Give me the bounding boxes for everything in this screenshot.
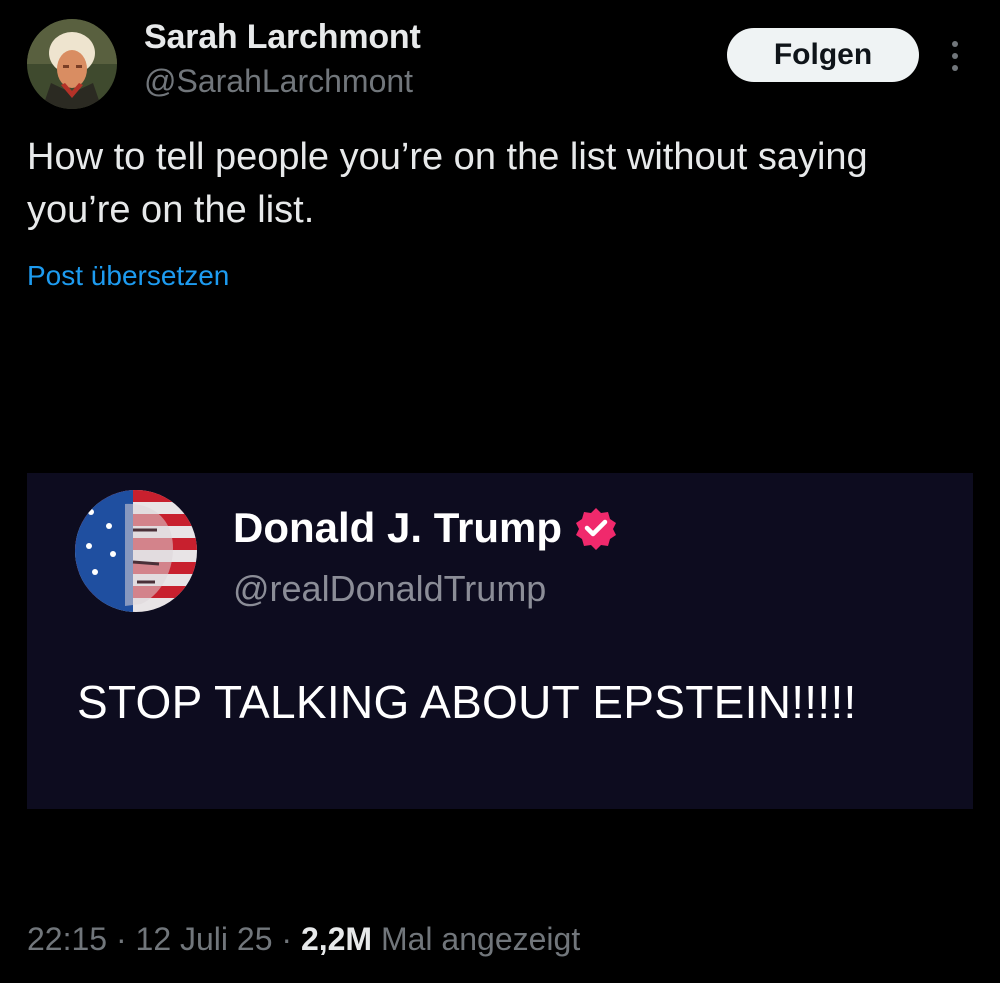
embedded-post-image[interactable]: Donald J. Trump @realDonaldTrump STOP TA… (27, 473, 973, 809)
author-handle[interactable]: @SarahLarchmont (144, 63, 413, 100)
author-display-name[interactable]: Sarah Larchmont (144, 18, 421, 57)
flag-portrait-image (75, 490, 197, 612)
verified-badge-icon (576, 508, 617, 550)
follow-button[interactable]: Folgen (727, 28, 919, 82)
embedded-avatar (75, 490, 197, 612)
separator: · (115, 921, 127, 957)
more-options-button[interactable] (940, 36, 970, 76)
views-count[interactable]: 2,2M (301, 921, 372, 957)
author-avatar[interactable] (27, 19, 117, 109)
translate-post-link[interactable]: Post übersetzen (27, 260, 229, 292)
post-date[interactable]: 12 Juli 25 (136, 921, 273, 957)
post-time[interactable]: 22:15 (27, 921, 107, 957)
post-metadata: 22:15 · 12 Juli 25 · 2,2M Mal angezeigt (27, 921, 580, 958)
avatar-image (27, 19, 117, 109)
more-vertical-icon (952, 53, 958, 59)
embedded-display-name: Donald J. Trump (233, 504, 618, 552)
more-vertical-icon (952, 65, 958, 71)
separator: · (281, 921, 293, 957)
embedded-post-text: STOP TALKING ABOUT EPSTEIN!!!!! (77, 676, 857, 728)
post-text: How to tell people you’re on the list wi… (27, 136, 868, 231)
more-vertical-icon (952, 41, 958, 47)
embedded-display-name-text: Donald J. Trump (233, 504, 563, 551)
embedded-handle: @realDonaldTrump (233, 568, 547, 609)
views-label: Mal angezeigt (380, 921, 581, 957)
